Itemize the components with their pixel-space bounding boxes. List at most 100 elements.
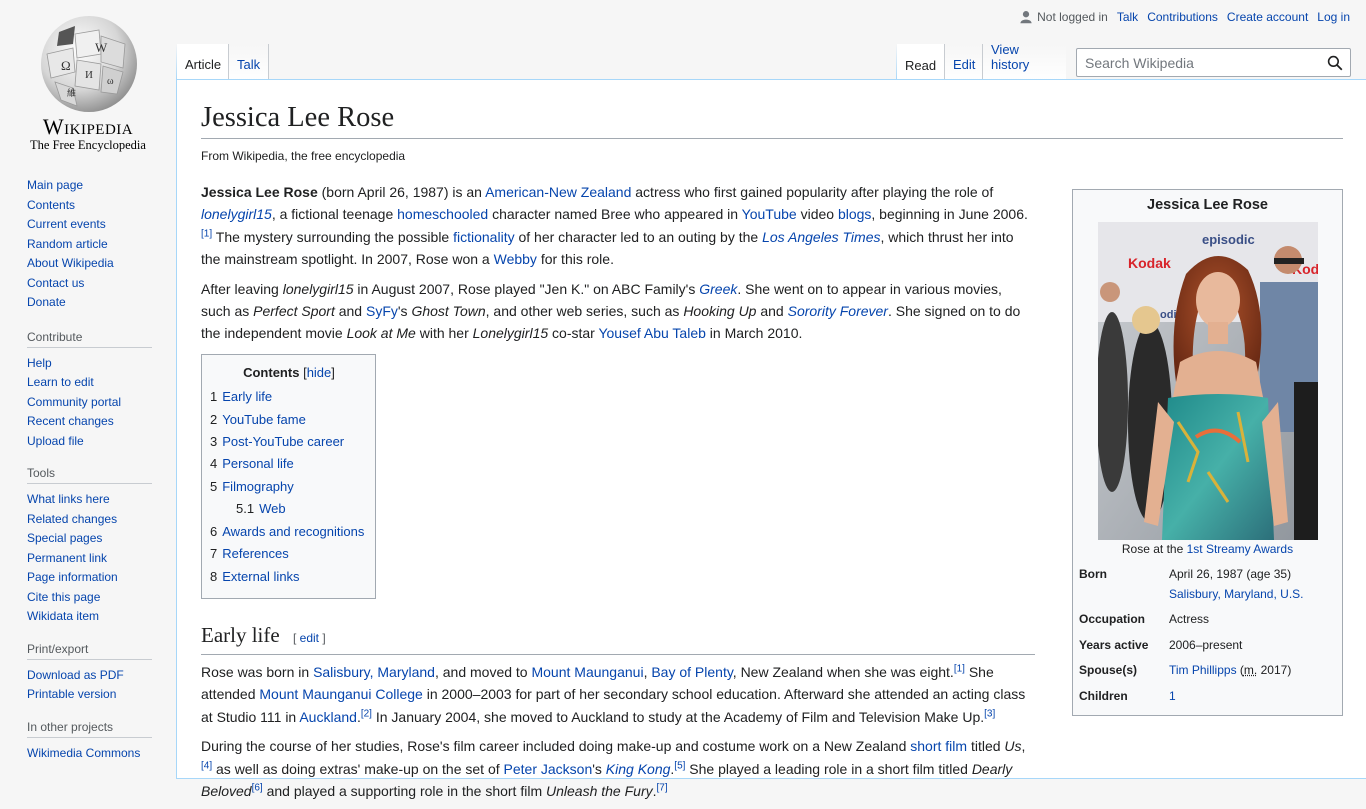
link-los-angeles-times[interactable]: Los Angeles Times bbox=[762, 229, 880, 245]
link-mount-maunganui[interactable]: Mount Maunganui bbox=[531, 664, 643, 680]
link-auckland[interactable]: Auckland bbox=[299, 709, 357, 725]
toc-label: External links bbox=[222, 568, 300, 584]
sidebar-item-page-information[interactable]: Page information bbox=[27, 570, 118, 584]
link-greek[interactable]: Greek bbox=[699, 281, 737, 297]
link-webby[interactable]: Webby bbox=[494, 251, 537, 267]
sidebar-item-upload-file[interactable]: Upload file bbox=[27, 434, 84, 448]
toc-item-awards[interactable]: 6 Awards and recognitions bbox=[210, 524, 364, 539]
tab-read[interactable]: Read bbox=[897, 44, 945, 81]
link-mount-maunganui-college[interactable]: Mount Maunganui College bbox=[259, 686, 422, 702]
sidebar-item-random-article[interactable]: Random article bbox=[27, 237, 108, 251]
create-account-link[interactable]: Create account bbox=[1227, 10, 1308, 24]
personal-talk-link[interactable]: Talk bbox=[1117, 10, 1138, 24]
toc-number: 3 bbox=[210, 434, 218, 450]
section-edit-link[interactable]: edit bbox=[300, 631, 319, 645]
toc-item-early-life[interactable]: 1 Early life bbox=[210, 389, 272, 404]
sidebar-item-learn-to-edit[interactable]: Learn to edit bbox=[27, 375, 94, 389]
citation-link[interactable]: [2] bbox=[361, 708, 372, 719]
citation-link[interactable]: [1] bbox=[954, 663, 965, 674]
toc-heading: Contents bbox=[243, 364, 300, 380]
toc-hide-toggle[interactable]: [hide] bbox=[303, 365, 335, 380]
login-link[interactable]: Log in bbox=[1317, 10, 1350, 24]
link-syfy[interactable]: SyFy bbox=[366, 303, 398, 319]
toc-number: 5.1 bbox=[236, 501, 255, 517]
toc-item-external-links[interactable]: 8 External links bbox=[210, 569, 300, 584]
sidebar-item-about-wikipedia[interactable]: About Wikipedia bbox=[27, 256, 114, 270]
sidebar-item-current-events[interactable]: Current events bbox=[27, 217, 106, 231]
citation-link[interactable]: [7] bbox=[657, 782, 668, 793]
sidebar-item-wikidata-item[interactable]: Wikidata item bbox=[27, 609, 99, 623]
toc-item-web[interactable]: 5.1 Web bbox=[236, 501, 286, 516]
link-lonelygirl15[interactable]: lonelygirl15 bbox=[201, 206, 272, 222]
search-icon[interactable] bbox=[1327, 55, 1343, 71]
link-sorority-forever[interactable]: Sorority Forever bbox=[788, 303, 888, 319]
sidebar-item-wikimedia-commons[interactable]: Wikimedia Commons bbox=[27, 746, 140, 760]
link-homeschooled[interactable]: homeschooled bbox=[397, 206, 488, 222]
citation-link[interactable]: [3] bbox=[984, 708, 995, 719]
born-date: April 26, 1987 (age 35) bbox=[1169, 567, 1292, 581]
sidebar-tools: Tools What links here Related changes Sp… bbox=[0, 463, 176, 627]
sidebar-item-related-changes[interactable]: Related changes bbox=[27, 512, 117, 526]
sidebar-item-cite-this-page[interactable]: Cite this page bbox=[27, 590, 100, 604]
citation-link[interactable]: [1] bbox=[201, 228, 212, 239]
sidebar-item-permanent-link[interactable]: Permanent link bbox=[27, 551, 107, 565]
toc-label: Filmography bbox=[222, 478, 294, 494]
sidebar-item-special-pages[interactable]: Special pages bbox=[27, 531, 102, 545]
link-salisbury-maryland[interactable]: Salisbury, Maryland bbox=[313, 664, 435, 680]
link-blogs[interactable]: blogs bbox=[838, 206, 871, 222]
tab-article[interactable]: Article bbox=[177, 44, 229, 80]
infobox-row-children: Children 1 bbox=[1079, 684, 1336, 710]
toc-label: Post-YouTube career bbox=[222, 434, 345, 450]
sidebar-heading-contribute: Contribute bbox=[27, 327, 152, 348]
tab-edit-label: Edit bbox=[953, 57, 976, 72]
sidebar-item-contact-us[interactable]: Contact us bbox=[27, 276, 84, 290]
toc-hide-link[interactable]: hide bbox=[307, 365, 332, 380]
born-place-link[interactable]: Salisbury, Maryland, U.S. bbox=[1169, 587, 1304, 601]
svg-text:維: 維 bbox=[67, 87, 76, 98]
citation-link[interactable]: [4] bbox=[201, 760, 212, 771]
link-peter-jackson[interactable]: Peter Jackson bbox=[504, 761, 593, 777]
toc-item-filmography[interactable]: 5 Filmography bbox=[210, 479, 294, 494]
link-american-new-zealand[interactable]: American-New Zealand bbox=[485, 184, 631, 200]
tab-edit[interactable]: Edit bbox=[945, 44, 983, 80]
link-short-film[interactable]: short film bbox=[910, 738, 967, 754]
infobox-label: Born bbox=[1079, 567, 1107, 581]
caption-prefix: Rose at the bbox=[1121, 542, 1187, 556]
link-youtube[interactable]: YouTube bbox=[742, 206, 797, 222]
link-yousef-abu-taleb[interactable]: Yousef Abu Taleb bbox=[598, 325, 705, 341]
sidebar-item-recent-changes[interactable]: Recent changes bbox=[27, 414, 114, 428]
toc-item-youtube-fame[interactable]: 2 YouTube fame bbox=[210, 412, 306, 427]
infobox-photo[interactable]: episodic Kodak Kodak odic bbox=[1097, 222, 1318, 540]
toc-item-personal-life[interactable]: 4 Personal life bbox=[210, 456, 294, 471]
sidebar-item-what-links-here[interactable]: What links here bbox=[27, 492, 110, 506]
sidebar-item-main-page[interactable]: Main page bbox=[27, 178, 83, 192]
toc-number: 7 bbox=[210, 546, 218, 562]
sidebar-item-download-pdf[interactable]: Download as PDF bbox=[27, 668, 124, 682]
sidebar-item-help[interactable]: Help bbox=[27, 356, 52, 370]
toc-item-references[interactable]: 7 References bbox=[210, 546, 289, 561]
citation-link[interactable]: [5] bbox=[674, 760, 685, 771]
site-subtitle: From Wikipedia, the free encyclopedia bbox=[201, 149, 406, 163]
tab-view-history[interactable]: View history bbox=[983, 42, 1066, 80]
sidebar-item-contents[interactable]: Contents bbox=[27, 198, 75, 212]
sidebar-item-donate[interactable]: Donate bbox=[27, 295, 66, 309]
link-bay-of-plenty[interactable]: Bay of Plenty bbox=[651, 664, 732, 680]
link-fictionality[interactable]: fictionality bbox=[453, 229, 514, 245]
tab-talk[interactable]: Talk bbox=[229, 44, 269, 80]
toc-label: YouTube fame bbox=[222, 411, 306, 427]
children-link[interactable]: 1 bbox=[1169, 689, 1176, 703]
toc-number: 8 bbox=[210, 568, 218, 584]
caption-link-streamy-awards[interactable]: 1st Streamy Awards bbox=[1187, 542, 1294, 556]
spouse-link[interactable]: Tim Phillipps bbox=[1169, 663, 1237, 677]
early-life-paragraph-2: During the course of her studies, Rose's… bbox=[201, 738, 1026, 799]
contributions-link[interactable]: Contributions bbox=[1147, 10, 1218, 24]
married-abbr[interactable]: m. bbox=[1244, 663, 1257, 677]
citation-link[interactable]: [6] bbox=[252, 782, 263, 793]
wikipedia-logo[interactable]: Ω W И ω 維 Wikipedia The Free Encyclopedi… bbox=[0, 0, 176, 160]
sidebar-item-printable-version[interactable]: Printable version bbox=[27, 687, 116, 701]
link-king-kong[interactable]: King Kong bbox=[606, 761, 671, 777]
toc-item-post-youtube-career[interactable]: 3 Post-YouTube career bbox=[210, 434, 344, 449]
table-of-contents: Contents [hide] 1 Early life 2 YouTube fam… bbox=[201, 353, 376, 599]
sidebar-item-community-portal[interactable]: Community portal bbox=[27, 395, 121, 409]
search-input[interactable] bbox=[1083, 54, 1313, 72]
